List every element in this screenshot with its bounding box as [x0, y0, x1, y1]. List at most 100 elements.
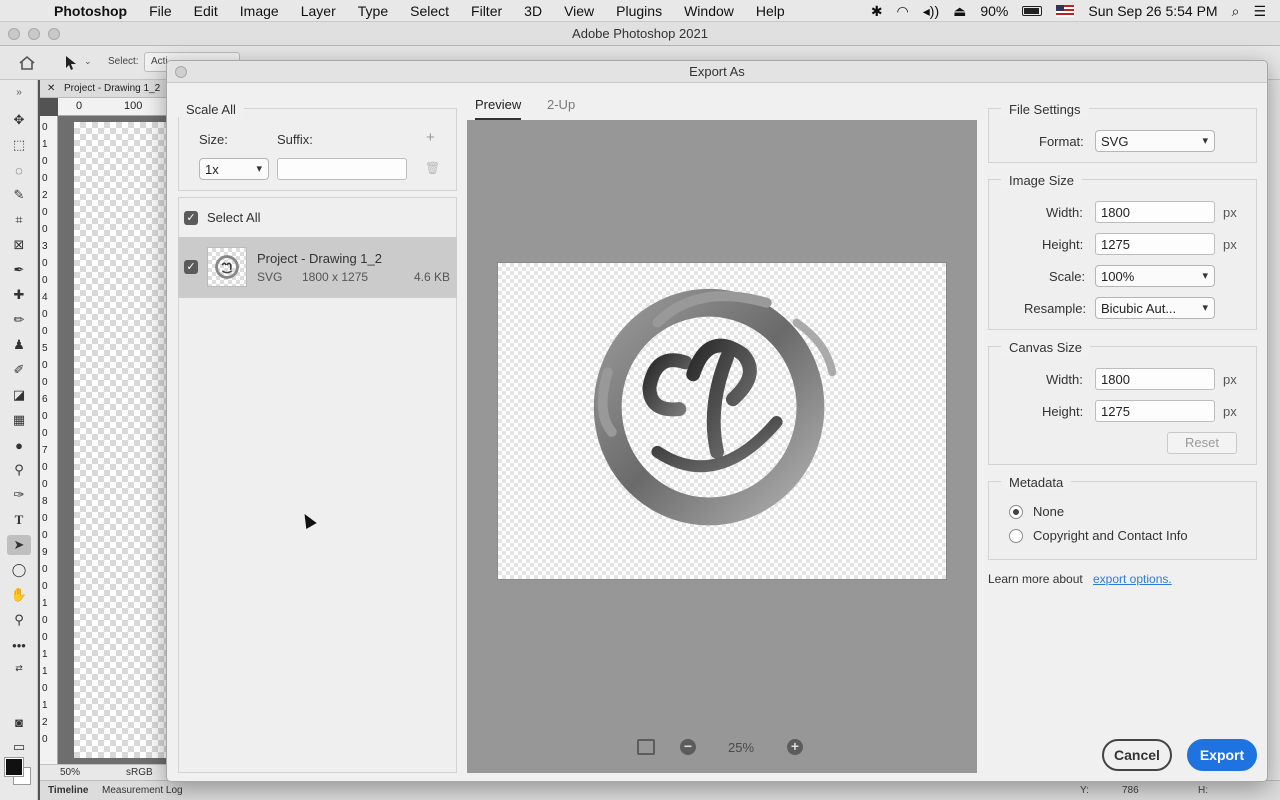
image-height-input[interactable]: [1095, 233, 1215, 255]
brush-tool-icon[interactable]: ✏: [9, 310, 29, 330]
collapse-panel-icon[interactable]: »: [9, 82, 29, 102]
zoom-tool-icon[interactable]: ⚲: [9, 610, 29, 630]
asset-checkbox[interactable]: ✓: [184, 260, 198, 274]
canvas-height-input[interactable]: [1095, 400, 1215, 422]
quick-mask-icon[interactable]: ◙: [9, 712, 29, 732]
cancel-button[interactable]: Cancel: [1102, 739, 1172, 771]
tool-preset-chevron-icon[interactable]: ⌄: [84, 56, 92, 67]
menu-image[interactable]: Image: [240, 3, 279, 19]
metadata-none-label[interactable]: None: [1033, 504, 1064, 519]
add-scale-icon[interactable]: +: [426, 129, 435, 146]
metadata-copyright-label[interactable]: Copyright and Contact Info: [1033, 528, 1188, 543]
move-tool-icon[interactable]: ✥: [9, 110, 29, 130]
tab-2-up[interactable]: 2-Up: [547, 97, 575, 118]
control-center-icon[interactable]: ☰: [1253, 3, 1266, 20]
asset-row[interactable]: ✓ Project - Drawing 1_2 SVG 1800 x 1275 …: [178, 237, 457, 298]
app-title-bar: Adobe Photoshop 2021: [0, 22, 1280, 46]
clone-stamp-tool-icon[interactable]: ♟: [9, 335, 29, 355]
home-icon[interactable]: [18, 54, 36, 72]
window-zoom-button[interactable]: [48, 28, 60, 40]
export-options-link[interactable]: export options.: [1093, 572, 1172, 586]
preview-area[interactable]: − 25% +: [467, 120, 977, 773]
screen-mode-icon[interactable]: ▭: [9, 737, 29, 757]
eraser-tool-icon[interactable]: ◪: [9, 385, 29, 405]
menu-3d[interactable]: 3D: [524, 3, 542, 19]
ruler-v-digit: 3: [42, 241, 48, 252]
document-zoom-level[interactable]: 50%: [60, 765, 80, 781]
dialog-close-button[interactable]: [175, 66, 187, 78]
delete-scale-icon[interactable]: 🗑: [425, 161, 440, 175]
ruler-v-digit: 2: [42, 190, 48, 201]
scale-size-value: 1x: [205, 162, 219, 177]
foreground-color-swatch[interactable]: [4, 757, 24, 777]
input-source-flag-icon[interactable]: [1056, 5, 1075, 17]
eyedropper-tool-icon[interactable]: ✒: [9, 260, 29, 280]
window-minimize-button[interactable]: [28, 28, 40, 40]
battery-icon[interactable]: [1022, 6, 1043, 16]
tab-measurement-log[interactable]: Measurement Log: [96, 781, 189, 800]
menu-window[interactable]: Window: [684, 3, 734, 19]
menu-select[interactable]: Select: [410, 3, 449, 19]
menu-view[interactable]: View: [564, 3, 594, 19]
menu-file[interactable]: File: [149, 3, 172, 19]
close-document-icon[interactable]: ✕: [47, 80, 55, 97]
menu-plugins[interactable]: Plugins: [616, 3, 662, 19]
scale-size-dropdown[interactable]: 1x ▾: [199, 158, 269, 180]
swap-colors-icon[interactable]: ⇄: [9, 658, 29, 678]
quick-selection-tool-icon[interactable]: ✎: [9, 185, 29, 205]
tab-timeline[interactable]: Timeline: [42, 781, 94, 800]
menu-help[interactable]: Help: [756, 3, 785, 19]
reset-canvas-button[interactable]: Reset: [1167, 432, 1237, 454]
hand-tool-icon[interactable]: ✋: [9, 585, 29, 605]
dodge-tool-icon[interactable]: ⚲: [9, 460, 29, 480]
frame-tool-icon[interactable]: ⊠: [9, 235, 29, 255]
format-dropdown[interactable]: SVG ▾: [1095, 130, 1215, 152]
select-all-checkbox[interactable]: ✓: [184, 211, 198, 225]
path-selection-tool-icon[interactable]: ➤: [7, 535, 31, 555]
pen-tool-icon[interactable]: ✑: [9, 485, 29, 505]
fit-to-view-icon[interactable]: [637, 739, 655, 755]
healing-brush-tool-icon[interactable]: ✚: [9, 285, 29, 305]
volume-icon[interactable]: ◂)): [923, 3, 939, 20]
suffix-input[interactable]: [277, 158, 407, 180]
resample-dropdown[interactable]: Bicubic Aut... ▾: [1095, 297, 1215, 319]
type-tool-icon[interactable]: T: [9, 510, 29, 530]
document-tab[interactable]: ✕ Project - Drawing 1_2: [40, 80, 168, 98]
format-label: Format:: [1039, 134, 1084, 149]
scale-all-panel: Scale All Size: Suffix: + 1x ▾ 🗑: [178, 102, 457, 191]
battery-percent: 90%: [980, 3, 1009, 19]
export-button[interactable]: Export: [1187, 739, 1257, 771]
image-width-input[interactable]: [1095, 201, 1215, 223]
menu-layer[interactable]: Layer: [301, 3, 336, 19]
zoom-in-icon[interactable]: +: [787, 739, 803, 755]
window-close-button[interactable]: [8, 28, 20, 40]
spotlight-icon[interactable]: ⌕: [1232, 3, 1240, 20]
scale-dropdown[interactable]: 100% ▾: [1095, 265, 1215, 287]
marquee-tool-icon[interactable]: ⬚: [9, 135, 29, 155]
menu-edit[interactable]: Edit: [194, 3, 218, 19]
ellipse-tool-icon[interactable]: ◯: [9, 560, 29, 580]
select-all-label[interactable]: Select All: [207, 210, 260, 225]
menu-filter[interactable]: Filter: [471, 3, 502, 19]
metadata-none-radio[interactable]: [1009, 505, 1023, 519]
y-label: Y:: [1080, 785, 1089, 796]
more-tools-icon[interactable]: •••: [9, 635, 29, 655]
wifi-icon[interactable]: ◠: [897, 3, 909, 20]
menu-type[interactable]: Type: [358, 3, 388, 19]
move-tool-icon[interactable]: [62, 54, 80, 72]
document-canvas[interactable]: [58, 116, 168, 764]
zoom-out-icon[interactable]: −: [680, 739, 696, 755]
crop-tool-icon[interactable]: ⌗: [9, 210, 29, 230]
chevron-down-icon: ▾: [1202, 135, 1208, 147]
menu-app-name[interactable]: Photoshop: [54, 3, 127, 19]
tab-preview[interactable]: Preview: [475, 97, 522, 120]
clock[interactable]: Sun Sep 26 5:54 PM: [1088, 3, 1217, 19]
canvas-width-input[interactable]: [1095, 368, 1215, 390]
eject-icon[interactable]: ⏏: [953, 3, 966, 20]
gradient-tool-icon[interactable]: ▦: [9, 410, 29, 430]
metadata-copyright-radio[interactable]: [1009, 529, 1023, 543]
bluetooth-icon[interactable]: ✱: [871, 3, 883, 20]
lasso-tool-icon[interactable]: ◌: [9, 160, 29, 180]
blur-tool-icon[interactable]: ●: [9, 435, 29, 455]
history-brush-tool-icon[interactable]: ✐: [9, 360, 29, 380]
